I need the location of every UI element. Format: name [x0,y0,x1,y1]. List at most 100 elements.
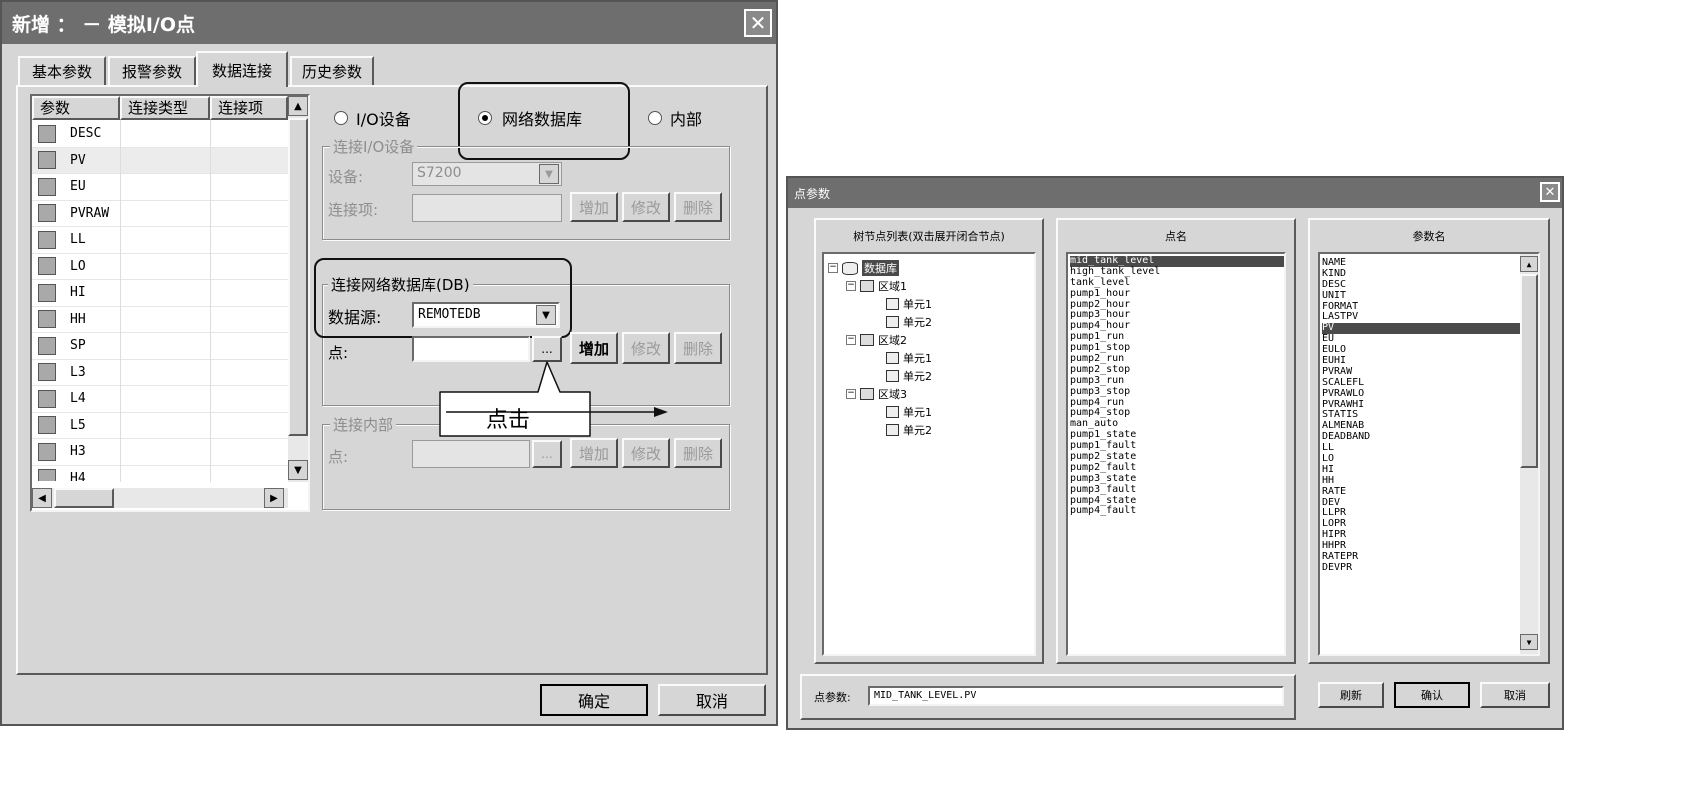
tree-unit[interactable]: 单元2 [886,314,932,330]
scroll-thumb-h[interactable] [54,488,114,508]
param-list[interactable]: NAME KIND DESC UNIT FORMAT LASTPV PV EU EULO EUHI… [1318,252,1540,656]
close-icon[interactable]: ✕ [1540,182,1560,202]
table-row[interactable]: L3 [32,360,288,386]
table-row[interactable]: HH [32,307,288,333]
tree-unit[interactable]: 单元1 [886,350,932,366]
tree-unit[interactable]: 单元1 [886,296,932,312]
tree-area[interactable]: − 区域3 [846,386,907,402]
internal-point-input[interactable] [412,440,530,468]
param-list-item[interactable]: UNIT [1322,290,1520,302]
table-row[interactable]: L4 [32,386,288,413]
table-row[interactable]: PV [32,147,288,174]
scroll-up-icon[interactable]: ▲ [288,96,308,116]
param-list-item[interactable]: PVRAWLO [1322,388,1520,400]
param-list-item[interactable]: RATE [1322,486,1520,498]
item-input[interactable] [412,194,562,222]
param-list-item[interactable]: NAME [1322,257,1520,269]
param-list-item[interactable]: DEV [1322,497,1520,509]
io-delete-button[interactable]: 删除 [674,192,722,222]
param-list-item[interactable]: DESC [1322,279,1520,291]
row-checkbox-icon[interactable] [38,283,56,302]
chevron-down-icon[interactable]: ▼ [536,305,556,325]
table-vertical-scrollbar[interactable]: ▲ ▼ [288,96,308,482]
tree-unit[interactable]: 单元1 [886,404,932,420]
collapse-toggle-icon[interactable]: − [828,263,838,273]
table-row[interactable]: SP [32,333,288,360]
param-list-item[interactable]: LL [1322,442,1520,454]
param-list-item[interactable]: LLPR [1322,508,1520,519]
point-list-item[interactable]: pump1_hour [1070,288,1284,300]
row-checkbox-icon[interactable] [38,469,56,481]
row-checkbox-icon[interactable] [38,442,56,461]
radio-io-device[interactable]: I/O设备 [334,106,411,130]
row-checkbox-icon[interactable] [38,257,56,276]
table-row[interactable]: HI [32,280,288,307]
param-list-item[interactable]: HI [1322,464,1520,476]
tree-unit[interactable]: 单元2 [886,368,932,384]
table-row[interactable]: L5 [32,413,288,439]
tree-area[interactable]: − 区域1 [846,278,907,294]
scroll-left-icon[interactable]: ◀ [32,488,52,508]
row-checkbox-icon[interactable] [38,230,56,249]
param-list-item[interactable]: PV [1322,322,1520,335]
radio-internal-icon[interactable] [648,111,662,125]
column-header-connection-type[interactable]: 连接类型 [120,96,210,120]
tree-area[interactable]: − 区域2 [846,332,907,348]
radio-network-db-icon[interactable] [478,111,492,125]
row-checkbox-icon[interactable] [38,151,56,170]
param-vertical-scrollbar[interactable]: ▲ ▼ [1520,254,1538,654]
scroll-down-icon[interactable]: ▼ [1520,634,1538,650]
collapse-toggle-icon[interactable]: − [846,335,856,345]
radio-internal[interactable]: 内部 [648,106,702,130]
row-checkbox-icon[interactable] [38,204,56,223]
row-checkbox-icon[interactable] [38,310,56,329]
table-row[interactable]: PVRAW [32,201,288,227]
param-result-input[interactable]: MID_TANK_LEVEL.PV [868,686,1284,706]
chevron-down-icon[interactable]: ▼ [539,164,559,184]
table-row[interactable]: LO [32,254,288,280]
column-header-param[interactable]: 参数 [32,96,120,120]
io-modify-button[interactable]: 修改 [622,192,670,222]
device-select[interactable]: S7200 ▼ [412,162,562,186]
point-list-item[interactable]: pump3_stop [1070,386,1284,398]
row-checkbox-icon[interactable] [38,389,56,408]
table-row[interactable]: EU [32,174,288,201]
confirm-button[interactable]: 确认 [1394,682,1470,708]
param-cancel-button[interactable]: 取消 [1480,682,1550,708]
scroll-down-icon[interactable]: ▼ [288,460,308,480]
ok-button[interactable]: 确定 [540,684,648,716]
row-checkbox-icon[interactable] [38,177,56,196]
table-horizontal-scrollbar[interactable]: ◀ ▶ [32,488,288,508]
radio-network-db[interactable]: 网络数据库 [478,106,582,130]
param-list-item[interactable]: LOPR [1322,518,1520,530]
close-icon[interactable]: ✕ [744,9,772,37]
table-row[interactable]: H4 [32,466,288,481]
radio-io-device-icon[interactable] [334,111,348,125]
scroll-right-icon[interactable]: ▶ [264,488,284,508]
param-list-item[interactable]: EULO [1322,344,1520,356]
table-row[interactable]: DESC [32,121,288,148]
table-row[interactable]: H3 [32,439,288,466]
row-checkbox-icon[interactable] [38,336,56,355]
scroll-thumb[interactable] [288,118,308,436]
collapse-toggle-icon[interactable]: − [846,389,856,399]
point-list-item[interactable]: pump3_fault [1070,484,1284,496]
row-checkbox-icon[interactable] [38,363,56,382]
tab-history[interactable]: 历史参数 [290,56,374,85]
column-header-connection-item[interactable]: 连接项 [210,96,288,120]
param-list-item[interactable]: EU [1322,333,1520,345]
io-add-button[interactable]: 增加 [570,192,618,222]
tab-basic[interactable]: 基本参数 [18,56,106,85]
point-list[interactable]: mid_tank_level high_tank_level tank_level p… [1066,252,1286,656]
cancel-button[interactable]: 取消 [658,684,766,716]
source-select[interactable]: REMOTEDB ▼ [412,302,560,328]
table-row[interactable]: LL [32,227,288,254]
param-list-item[interactable]: LASTPV [1322,312,1520,323]
param-list-item[interactable]: LO [1322,453,1520,465]
tab-alarm[interactable]: 报警参数 [108,56,196,85]
param-scroll-thumb[interactable] [1520,274,1538,468]
param-list-item[interactable]: DEADBAND [1322,431,1520,443]
param-list-item[interactable]: KIND [1322,268,1520,280]
param-list-item[interactable]: HH [1322,475,1520,487]
point-list-item[interactable]: pump4_fault [1070,506,1284,517]
